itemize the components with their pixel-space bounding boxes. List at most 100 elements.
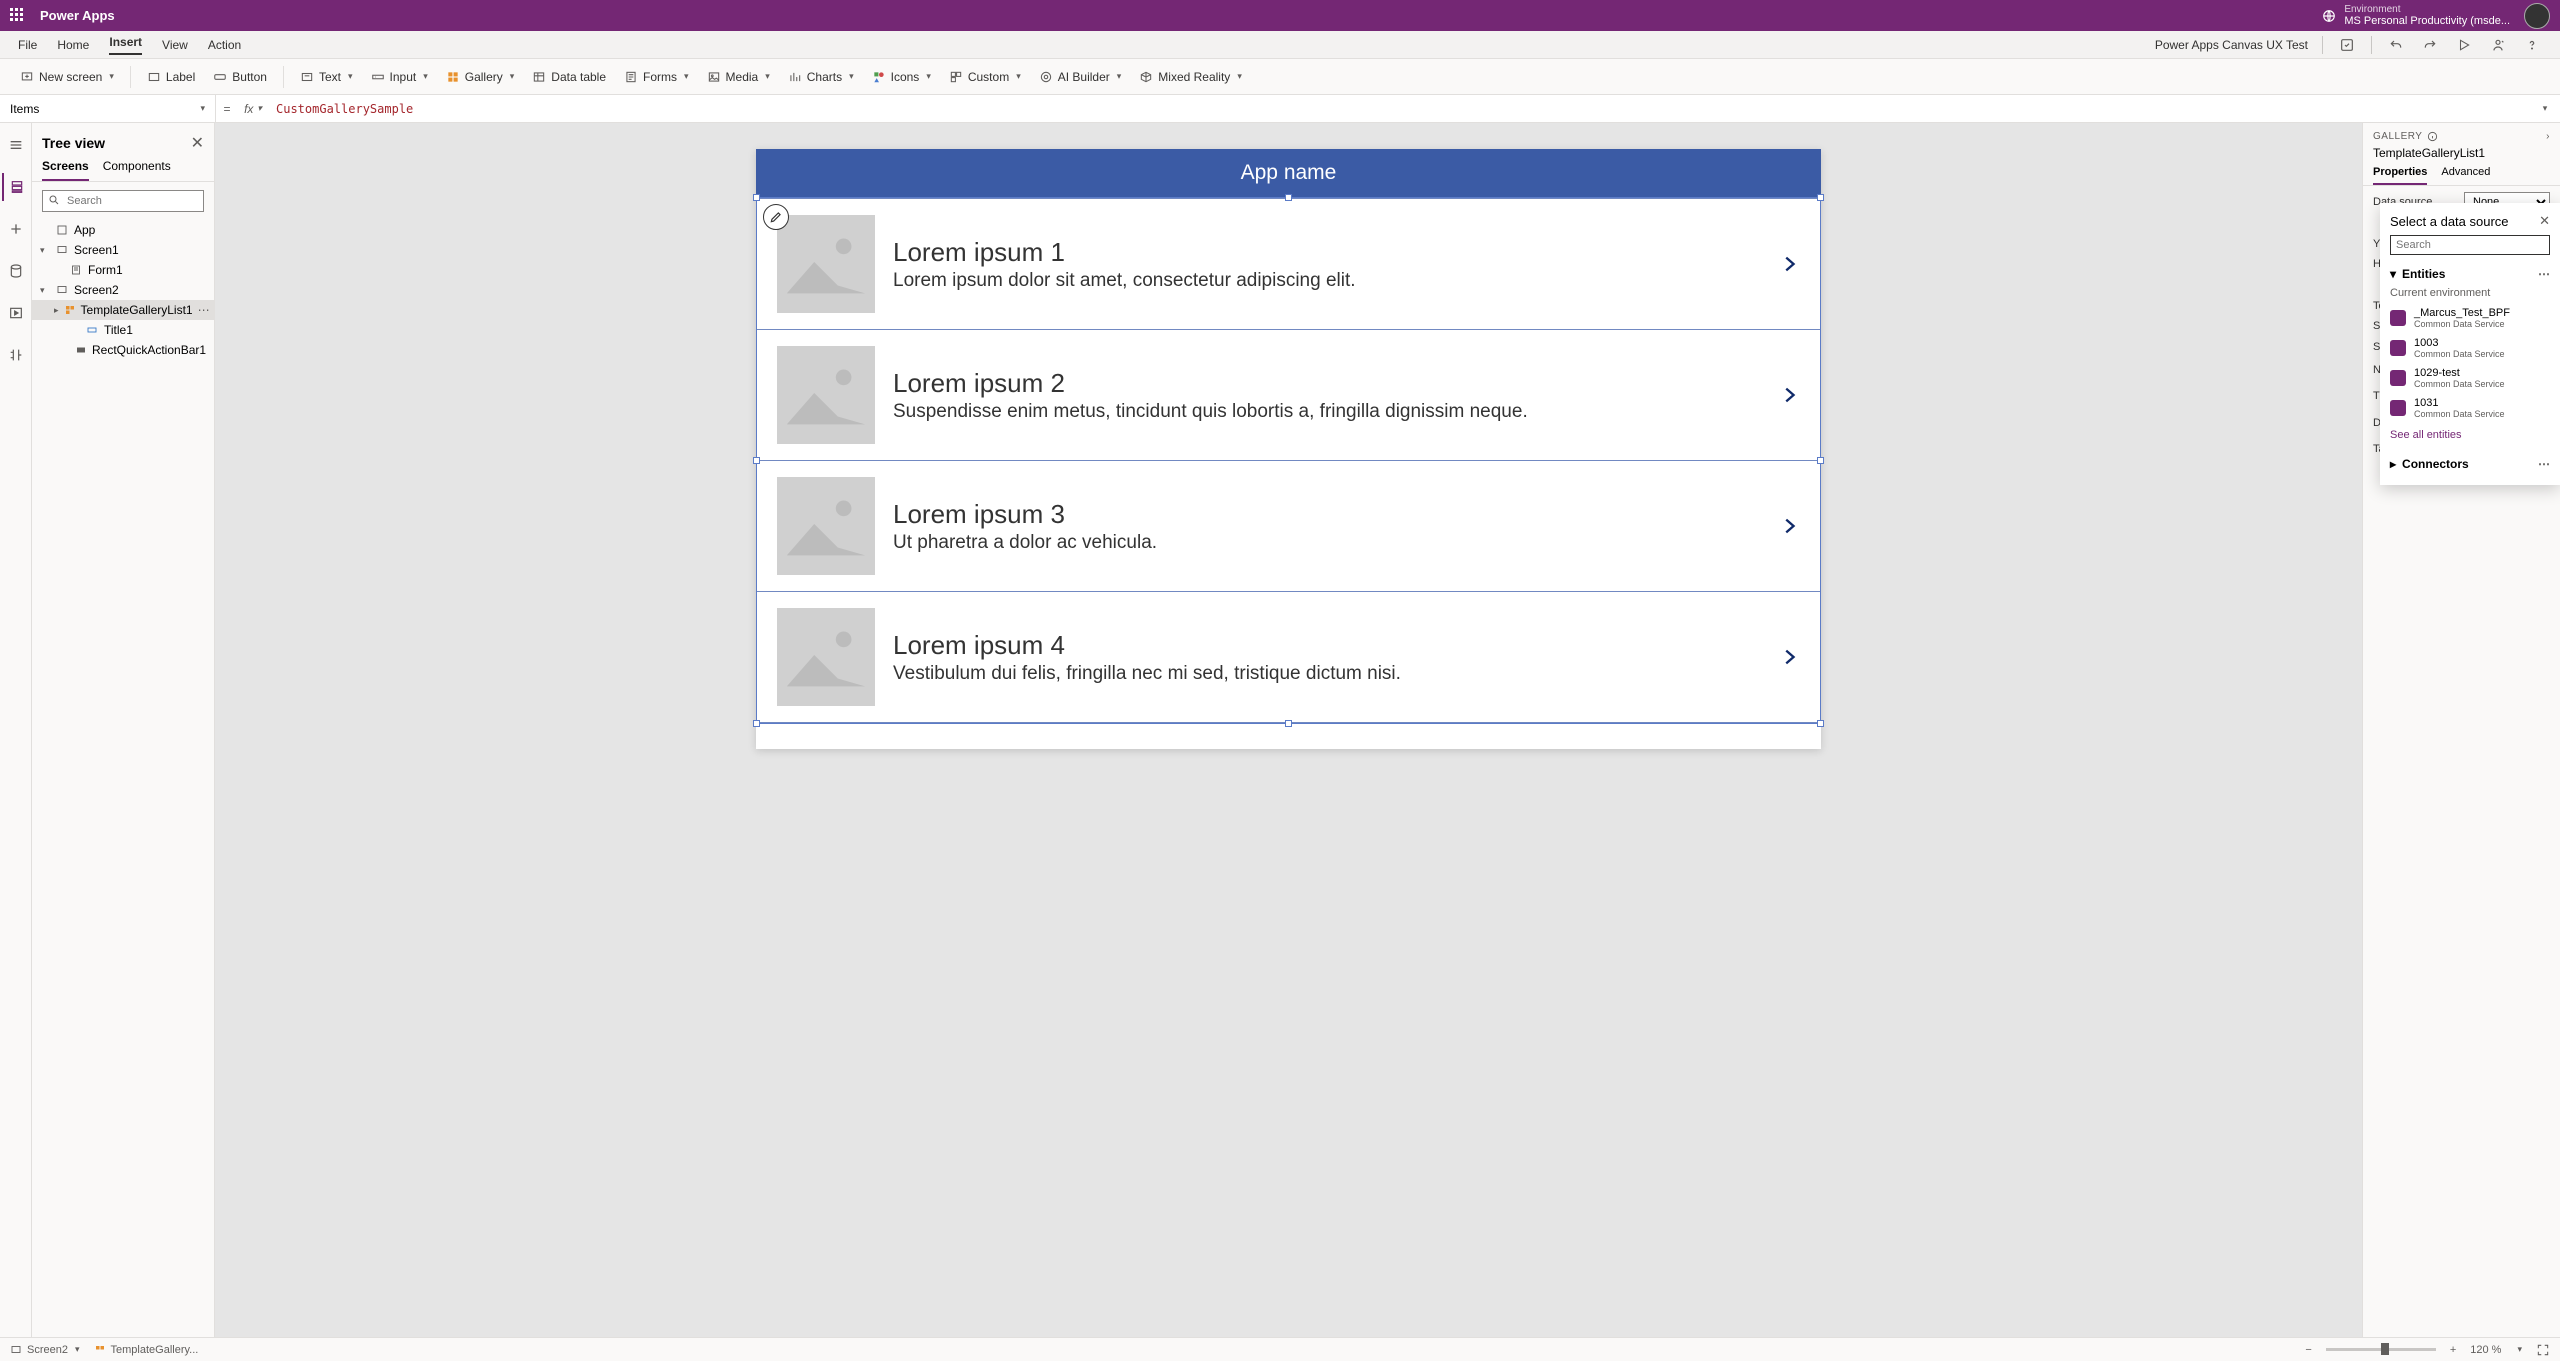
environment-icon — [2322, 9, 2336, 23]
zoom-value: 120 % — [2470, 1344, 2501, 1356]
statusbar: Screen2▾ TemplateGallery... − + 120 % ▾ — [0, 1337, 2560, 1361]
forms-button[interactable]: Forms▾ — [618, 66, 695, 88]
menu-insert[interactable]: Insert — [109, 35, 142, 55]
image-placeholder — [777, 346, 875, 444]
rail-insert-icon[interactable] — [2, 215, 30, 243]
button-button[interactable]: Button — [207, 66, 273, 88]
tree-form1[interactable]: Form1 — [32, 260, 214, 280]
equals-label: = — [216, 102, 238, 116]
connectors-more-icon[interactable]: ⋯ — [2538, 457, 2550, 471]
tree-screen2[interactable]: ▾Screen2 — [32, 280, 214, 300]
breadcrumb-screen[interactable]: Screen2▾ — [10, 1344, 80, 1356]
undo-icon[interactable] — [2386, 35, 2406, 55]
fit-to-window-icon[interactable] — [2536, 1343, 2550, 1357]
tab-properties[interactable]: Properties — [2373, 166, 2427, 185]
user-avatar[interactable] — [2524, 3, 2550, 29]
property-dropdown[interactable]: Items▾ — [0, 95, 216, 122]
redo-icon[interactable] — [2420, 35, 2440, 55]
chevron-right-icon[interactable] — [1778, 247, 1800, 281]
charts-button[interactable]: Charts▾ — [782, 66, 860, 88]
tree-panel: Tree view ✕ Screens Components App ▾Scre… — [32, 123, 215, 1337]
tab-screens[interactable]: Screens — [42, 159, 89, 181]
search-icon — [48, 194, 60, 206]
entities-more-icon[interactable]: ⋯ — [2538, 267, 2550, 281]
input-button[interactable]: Input▾ — [365, 66, 434, 88]
rail-tree-icon[interactable] — [2, 173, 30, 201]
gallery-button[interactable]: Gallery▾ — [440, 66, 521, 88]
tree-gallery[interactable]: ▸TemplateGalleryList1⋯ — [32, 300, 214, 320]
flyout-title: Select a data source — [2390, 214, 2509, 229]
entity-item[interactable]: _Marcus_Test_BPFCommon Data Service — [2390, 303, 2550, 333]
app-launcher-icon[interactable] — [10, 8, 26, 24]
data-table-button[interactable]: Data table — [526, 66, 612, 88]
rail-advanced-icon[interactable] — [2, 341, 30, 369]
canvas[interactable]: App name Lorem ipsum 1 Lorem ipsum dolor… — [215, 123, 2362, 1337]
item-subtitle: Vestibulum dui felis, fringilla nec mi s… — [893, 663, 1760, 685]
info-icon[interactable] — [2427, 131, 2438, 142]
tree-app[interactable]: App — [32, 220, 214, 240]
panel-collapse-icon[interactable]: › — [2546, 131, 2550, 142]
chevron-right-icon[interactable] — [1778, 378, 1800, 412]
tree-close-icon[interactable]: ✕ — [191, 133, 204, 153]
tree-title1[interactable]: Title1 — [32, 320, 214, 340]
media-button[interactable]: Media▾ — [701, 66, 776, 88]
flyout-search-input[interactable] — [2390, 235, 2550, 255]
custom-button[interactable]: Custom▾ — [943, 66, 1027, 88]
chevron-down-icon[interactable]: ▾ — [2390, 267, 2396, 281]
chevron-right-icon[interactable] — [1778, 509, 1800, 543]
play-icon[interactable] — [2454, 35, 2474, 55]
menu-view[interactable]: View — [162, 38, 188, 52]
item-title: Lorem ipsum 4 — [893, 630, 1760, 661]
label-button[interactable]: Label — [141, 66, 201, 88]
app-frame[interactable]: App name Lorem ipsum 1 Lorem ipsum dolor… — [756, 149, 1821, 749]
entity-item[interactable]: 1029-testCommon Data Service — [2390, 363, 2550, 393]
app-name: Power Apps — [40, 8, 115, 23]
entity-item[interactable]: 1003Common Data Service — [2390, 333, 2550, 363]
control-name: TemplateGalleryList1 — [2363, 146, 2560, 166]
see-all-entities-link[interactable]: See all entities — [2390, 423, 2550, 447]
rail-data-icon[interactable] — [2, 257, 30, 285]
gallery-selection[interactable]: Lorem ipsum 1 Lorem ipsum dolor sit amet… — [756, 197, 1821, 724]
entity-item[interactable]: 1031Common Data Service — [2390, 393, 2550, 423]
tree-screen1[interactable]: ▾Screen1 — [32, 240, 214, 260]
flyout-close-icon[interactable]: ✕ — [2539, 213, 2550, 229]
menu-file[interactable]: File — [18, 38, 37, 52]
gallery-item[interactable]: Lorem ipsum 4 Vestibulum dui felis, frin… — [757, 592, 1820, 723]
chevron-right-icon[interactable]: ▸ — [2390, 457, 2396, 471]
zoom-dropdown-icon[interactable]: ▾ — [2517, 1344, 2522, 1355]
gallery-item[interactable]: Lorem ipsum 3 Ut pharetra a dolor ac veh… — [757, 461, 1820, 592]
chevron-right-icon[interactable] — [1778, 640, 1800, 674]
formula-input[interactable]: CustomGallerySample — [268, 102, 2534, 116]
gallery-item[interactable]: Lorem ipsum 2 Suspendisse enim metus, ti… — [757, 330, 1820, 461]
fx-icon[interactable]: fx▾ — [238, 102, 268, 116]
help-icon[interactable] — [2522, 35, 2542, 55]
tree-search-input[interactable] — [42, 190, 204, 212]
image-placeholder — [777, 477, 875, 575]
menu-action[interactable]: Action — [208, 38, 241, 52]
property-panel: GALLERY› TemplateGalleryList1 Properties… — [2362, 123, 2560, 1337]
item-title: Lorem ipsum 1 — [893, 237, 1760, 268]
text-button[interactable]: Text▾ — [294, 66, 359, 88]
zoom-slider[interactable] — [2326, 1348, 2436, 1351]
breadcrumb-gallery[interactable]: TemplateGallery... — [94, 1344, 199, 1356]
tab-advanced[interactable]: Advanced — [2441, 166, 2490, 185]
tree-title: Tree view — [42, 135, 105, 151]
icons-button[interactable]: Icons▾ — [866, 66, 937, 88]
mixed-reality-button[interactable]: Mixed Reality▾ — [1133, 66, 1248, 88]
tab-components[interactable]: Components — [103, 159, 171, 181]
edit-template-icon[interactable] — [763, 204, 789, 230]
titlebar: Power Apps Environment MS Personal Produ… — [0, 0, 2560, 31]
share-icon[interactable] — [2488, 35, 2508, 55]
ai-builder-button[interactable]: AI Builder▾ — [1033, 66, 1128, 88]
rail-media-icon[interactable] — [2, 299, 30, 327]
environment-picker[interactable]: Environment MS Personal Productivity (ms… — [2322, 4, 2510, 27]
zoom-out-icon[interactable]: − — [2305, 1344, 2311, 1356]
zoom-in-icon[interactable]: + — [2450, 1344, 2456, 1356]
app-checker-icon[interactable] — [2337, 35, 2357, 55]
tree-rect[interactable]: RectQuickActionBar1 — [32, 340, 214, 360]
formula-expand-icon[interactable]: ▾ — [2534, 99, 2554, 119]
menu-home[interactable]: Home — [57, 38, 89, 52]
gallery-item[interactable]: Lorem ipsum 1 Lorem ipsum dolor sit amet… — [757, 198, 1820, 330]
rail-hamburger-icon[interactable] — [2, 131, 30, 159]
new-screen-button[interactable]: New screen▾ — [14, 66, 120, 88]
